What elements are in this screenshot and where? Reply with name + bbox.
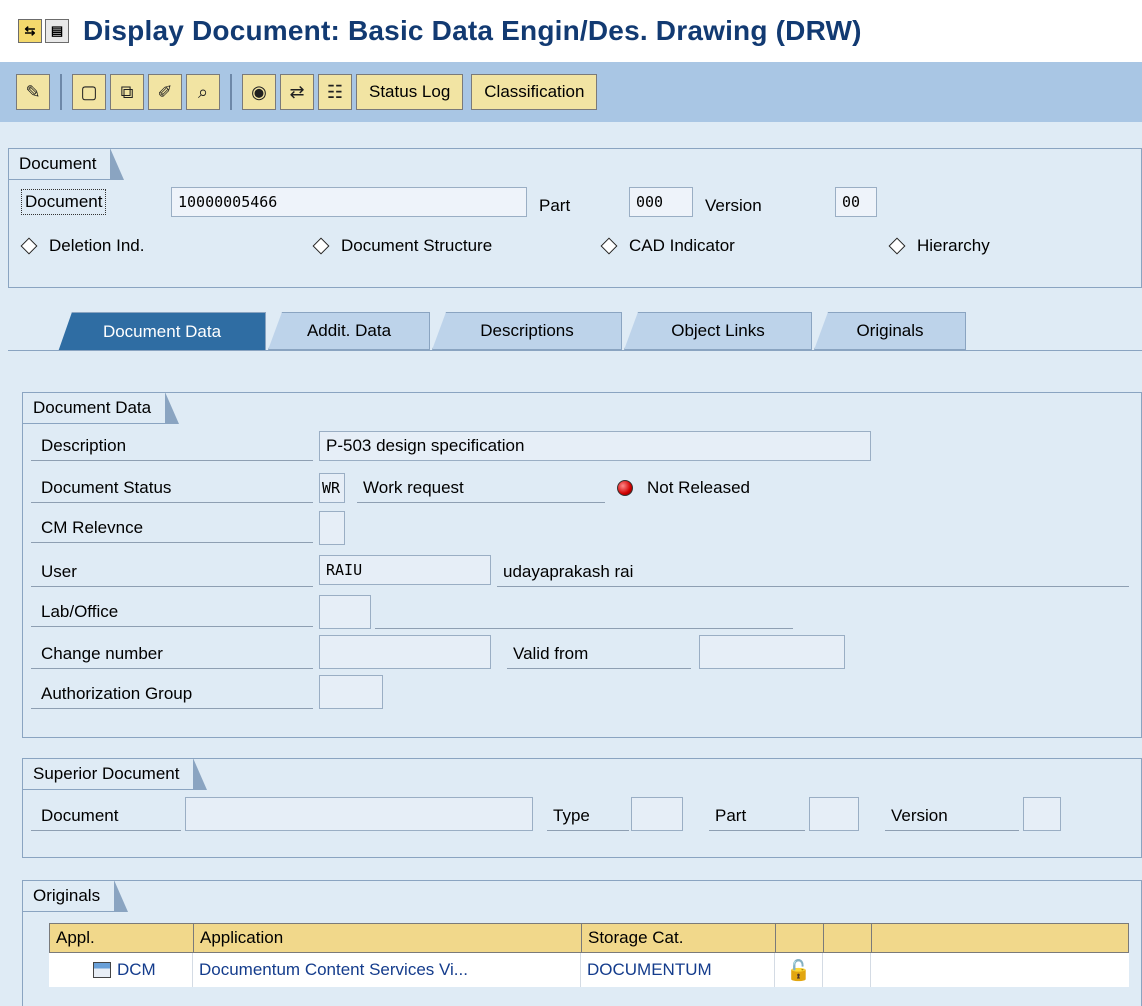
switch-mode-icon[interactable]: ⇆ xyxy=(18,19,42,43)
copy-icon[interactable]: ⧉ xyxy=(110,74,144,110)
unlocked-padlock-icon: 🔓 xyxy=(786,959,811,982)
originals-table-header: Appl. Application Storage Cat. xyxy=(49,923,1129,953)
table-row[interactable]: DCM Documentum Content Services Vi... DO… xyxy=(49,953,1129,987)
column-header-blank-1[interactable] xyxy=(776,924,824,952)
description-field[interactable]: P-503 design specification xyxy=(319,431,871,461)
column-header-appl[interactable]: Appl. xyxy=(50,924,194,952)
change-number-label: Change number xyxy=(31,639,313,669)
version-field[interactable]: 00 xyxy=(835,187,877,217)
version-label: Version xyxy=(705,196,762,215)
document-status-label: Document Status xyxy=(31,473,313,503)
lock-cell[interactable]: 🔓 xyxy=(775,953,823,987)
superior-document-group-title: Superior Document xyxy=(22,758,208,790)
superior-part-field[interactable] xyxy=(809,797,859,831)
application-toolbar: ✎ ▢ ⧉ ✐ ⌕ ◉ ⇄ ☷ Status Log Classificatio… xyxy=(0,62,1142,122)
superior-type-label: Type xyxy=(547,801,629,831)
edit-mode-icon[interactable]: ✎ xyxy=(16,74,50,110)
toolbar-separator xyxy=(230,74,232,110)
user-label: User xyxy=(31,557,313,587)
cad-diamond-icon xyxy=(600,237,618,255)
superior-document-field[interactable] xyxy=(185,797,533,831)
tab-addit-data[interactable]: Addit. Data xyxy=(268,312,430,350)
status-log-button[interactable]: Status Log xyxy=(356,74,464,110)
hierarchy-diamond-icon xyxy=(888,237,906,255)
tab-descriptions[interactable]: Descriptions xyxy=(432,312,622,350)
document-structure-indicator[interactable]: Document Structure xyxy=(312,231,492,261)
cad-indicator[interactable]: CAD Indicator xyxy=(600,231,735,261)
lab-office-label: Lab/Office xyxy=(31,597,313,627)
superior-part-label: Part xyxy=(709,801,805,831)
part-field[interactable]: 000 xyxy=(629,187,693,217)
lab-office-description xyxy=(375,599,793,629)
appl-cell[interactable]: DCM xyxy=(49,953,193,987)
originals-table: Appl. Application Storage Cat. DCM Docum… xyxy=(49,923,1129,987)
document-status-text: Work request xyxy=(357,473,605,503)
superior-type-field[interactable] xyxy=(631,797,683,831)
authorization-group-field[interactable] xyxy=(319,675,383,709)
authorization-group-label: Authorization Group xyxy=(31,679,313,709)
user-field[interactable]: RAIU xyxy=(319,555,491,585)
find-icon[interactable]: ⌕ xyxy=(186,74,220,110)
document-icon[interactable]: ▤ xyxy=(45,19,69,43)
tab-originals[interactable]: Originals xyxy=(814,312,966,350)
deletion-indicator[interactable]: Deletion Ind. xyxy=(20,231,144,261)
valid-from-label: Valid from xyxy=(507,639,691,669)
originals-group-title: Originals xyxy=(22,880,129,912)
change-icon[interactable]: ✐ xyxy=(148,74,182,110)
column-header-blank-3[interactable] xyxy=(872,924,1128,952)
navigate-icon[interactable]: ⇄ xyxy=(280,74,314,110)
tab-document-data[interactable]: Document Data xyxy=(58,312,266,352)
valid-from-field[interactable] xyxy=(699,635,845,669)
page-title: Display Document: Basic Data Engin/Des. … xyxy=(83,15,862,46)
document-label: Document xyxy=(21,189,107,215)
column-header-application[interactable]: Application xyxy=(194,924,582,952)
application-cell[interactable]: Documentum Content Services Vi... xyxy=(193,953,581,987)
display-icon[interactable]: ◉ xyxy=(242,74,276,110)
tab-object-links[interactable]: Object Links xyxy=(624,312,812,350)
lab-office-field[interactable] xyxy=(319,595,371,629)
blank-cell[interactable] xyxy=(871,953,1129,987)
description-label: Description xyxy=(31,431,313,461)
originals-group: Originals Appl. Application Storage Cat.… xyxy=(22,880,1142,1006)
superior-document-label: Document xyxy=(31,801,181,831)
document-data-group-title: Document Data xyxy=(22,392,180,424)
document-header-group: Document Document 10000005466 Part 000 V… xyxy=(8,148,1142,288)
release-status: Not Released xyxy=(617,473,750,503)
structure-diamond-icon xyxy=(312,237,330,255)
superior-version-label: Version xyxy=(885,801,1019,831)
blank-cell[interactable] xyxy=(823,953,871,987)
new-document-icon[interactable]: ▢ xyxy=(72,74,106,110)
cm-relevance-label: CM Relevnce xyxy=(31,513,313,543)
document-data-group: Document Data Description P-503 design s… xyxy=(22,392,1142,738)
user-full-name: udayaprakash rai xyxy=(497,557,1129,587)
change-number-field[interactable] xyxy=(319,635,491,669)
document-group-title: Document xyxy=(8,148,126,180)
document-status-code-field[interactable]: WR xyxy=(319,473,345,503)
part-label: Part xyxy=(539,196,571,215)
red-status-light-icon xyxy=(617,480,633,496)
document-number-field[interactable]: 10000005466 xyxy=(171,187,527,217)
storage-category-cell[interactable]: DOCUMENTUM xyxy=(581,953,775,987)
superior-version-field[interactable] xyxy=(1023,797,1061,831)
classification-button[interactable]: Classification xyxy=(471,74,598,110)
hierarchy-indicator[interactable]: Hierarchy xyxy=(888,231,990,261)
tab-strip: Document Data Addit. Data Descriptions O… xyxy=(0,300,1142,352)
structure-icon[interactable]: ☷ xyxy=(318,74,352,110)
deletion-diamond-icon xyxy=(20,237,38,255)
column-header-storage-cat[interactable]: Storage Cat. xyxy=(582,924,776,952)
application-icon xyxy=(93,962,111,978)
cm-relevance-field[interactable] xyxy=(319,511,345,545)
title-bar: ⇆ ▤ Display Document: Basic Data Engin/D… xyxy=(0,0,1142,62)
superior-document-group: Superior Document Document Type Part Ver… xyxy=(22,758,1142,858)
toolbar-separator xyxy=(60,74,62,110)
column-header-blank-2[interactable] xyxy=(824,924,872,952)
